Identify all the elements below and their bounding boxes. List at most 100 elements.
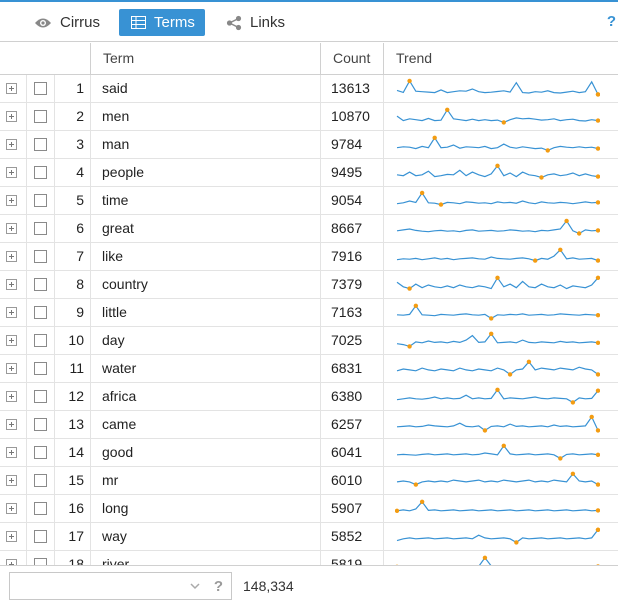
row-expander-icon[interactable] xyxy=(6,139,17,150)
term-cell[interactable]: men xyxy=(102,103,129,131)
row-checkbox[interactable] xyxy=(34,334,47,347)
term-cell[interactable]: africa xyxy=(102,383,136,411)
row-checkbox[interactable] xyxy=(34,110,47,123)
tab-terms[interactable]: Terms xyxy=(119,9,205,36)
table-row[interactable]: 14 good 6041 xyxy=(0,439,618,467)
row-expander-icon[interactable] xyxy=(6,167,17,178)
row-checkbox[interactable] xyxy=(34,390,47,403)
trend-marker xyxy=(539,175,544,180)
term-cell[interactable]: country xyxy=(102,271,148,299)
table-row[interactable]: 15 mr 6010 xyxy=(0,467,618,495)
term-cell[interactable]: day xyxy=(102,327,125,355)
row-expander-icon[interactable] xyxy=(6,419,17,430)
column-header-term[interactable]: Term xyxy=(90,43,320,75)
column-header-count[interactable]: Count xyxy=(320,43,383,75)
trend-marker xyxy=(595,258,600,263)
term-cell[interactable]: like xyxy=(102,243,123,271)
row-expander-icon[interactable] xyxy=(6,447,17,458)
table-row[interactable]: 2 men 10870 xyxy=(0,103,618,131)
table-row[interactable]: 9 little 7163 xyxy=(0,299,618,327)
trend-marker xyxy=(413,303,419,308)
term-cell[interactable]: mr xyxy=(102,467,118,495)
row-expander-icon[interactable] xyxy=(6,531,17,542)
term-cell[interactable]: great xyxy=(102,215,134,243)
table-row[interactable]: 7 like 7916 xyxy=(0,243,618,271)
table-row[interactable]: 13 came 6257 xyxy=(0,411,618,439)
row-expander-icon[interactable] xyxy=(6,83,17,94)
help-button[interactable]: ? xyxy=(607,13,616,30)
search-help-icon[interactable]: ? xyxy=(214,578,223,595)
term-cell[interactable]: came xyxy=(102,411,136,439)
term-cell[interactable]: river xyxy=(102,551,129,565)
row-checkbox[interactable] xyxy=(34,446,47,459)
table-row[interactable]: 5 time 9054 xyxy=(0,187,618,215)
term-cell[interactable]: long xyxy=(102,495,128,523)
column-header-trend[interactable]: Trend xyxy=(383,43,618,75)
row-checkbox[interactable] xyxy=(34,474,47,487)
trend-line xyxy=(396,248,599,262)
table-row[interactable]: 18 river 5819 xyxy=(0,551,618,565)
table-row[interactable]: 16 long 5907 xyxy=(0,495,618,523)
term-cell[interactable]: good xyxy=(102,439,133,467)
table-row[interactable]: 10 day 7025 xyxy=(0,327,618,355)
row-expander-icon[interactable] xyxy=(6,307,17,318)
row-checkbox[interactable] xyxy=(34,558,47,565)
trend-sparkline xyxy=(396,107,600,125)
search-combobox[interactable]: ? xyxy=(9,572,232,600)
term-cell[interactable]: water xyxy=(102,355,136,383)
table-row[interactable]: 1 said 13613 xyxy=(0,75,618,103)
trend-marker xyxy=(570,471,576,476)
row-checkbox[interactable] xyxy=(34,222,47,235)
row-index: 18 xyxy=(68,556,84,565)
row-expander-icon[interactable] xyxy=(6,195,17,206)
trend-marker xyxy=(526,359,532,364)
trend-line xyxy=(396,415,599,432)
row-checkbox[interactable] xyxy=(34,138,47,151)
trend-sparkline xyxy=(396,218,600,236)
trend-marker xyxy=(495,275,500,280)
row-checkbox[interactable] xyxy=(34,502,47,515)
term-cell[interactable]: man xyxy=(102,131,129,159)
term-cell[interactable]: said xyxy=(102,75,128,103)
row-checkbox[interactable] xyxy=(34,82,47,95)
count-cell: 5852 xyxy=(331,528,363,544)
tab-cirrus[interactable]: Cirrus xyxy=(30,9,106,36)
trend-marker xyxy=(489,316,494,321)
row-checkbox[interactable] xyxy=(34,166,47,179)
row-expander-icon[interactable] xyxy=(6,391,17,402)
row-checkbox[interactable] xyxy=(34,278,47,291)
term-cell[interactable]: people xyxy=(102,159,144,187)
table-row[interactable]: 8 country 7379 xyxy=(0,271,618,299)
table-row[interactable]: 3 man 9784 xyxy=(0,131,618,159)
row-expander-icon[interactable] xyxy=(6,503,17,514)
row-expander-icon[interactable] xyxy=(6,363,17,374)
row-index: 4 xyxy=(76,164,84,180)
row-checkbox[interactable] xyxy=(34,418,47,431)
table-row[interactable]: 11 water 6831 xyxy=(0,355,618,383)
row-checkbox[interactable] xyxy=(34,362,47,375)
row-expander-icon[interactable] xyxy=(6,475,17,486)
table-row[interactable]: 4 people 9495 xyxy=(0,159,618,187)
trend-line xyxy=(396,136,599,152)
chevron-down-icon[interactable] xyxy=(189,578,201,594)
table-row[interactable]: 17 way 5852 xyxy=(0,523,618,551)
count-cell: 6257 xyxy=(331,416,363,432)
row-expander-icon[interactable] xyxy=(6,335,17,346)
table-row[interactable]: 12 africa 6380 xyxy=(0,383,618,411)
trend-marker xyxy=(514,540,519,545)
tab-links[interactable]: Links xyxy=(222,9,292,36)
term-cell[interactable]: time xyxy=(102,187,128,215)
trend-sparkline xyxy=(396,359,600,377)
table-row[interactable]: 6 great 8667 xyxy=(0,215,618,243)
term-cell[interactable]: little xyxy=(102,299,127,327)
term-cell[interactable]: way xyxy=(102,523,127,551)
row-checkbox[interactable] xyxy=(34,306,47,319)
row-expander-icon[interactable] xyxy=(6,223,17,234)
trend-sparkline xyxy=(396,471,600,487)
row-expander-icon[interactable] xyxy=(6,251,17,262)
row-checkbox[interactable] xyxy=(34,530,47,543)
row-expander-icon[interactable] xyxy=(6,111,17,122)
row-checkbox[interactable] xyxy=(34,194,47,207)
row-checkbox[interactable] xyxy=(34,250,47,263)
row-expander-icon[interactable] xyxy=(6,279,17,290)
